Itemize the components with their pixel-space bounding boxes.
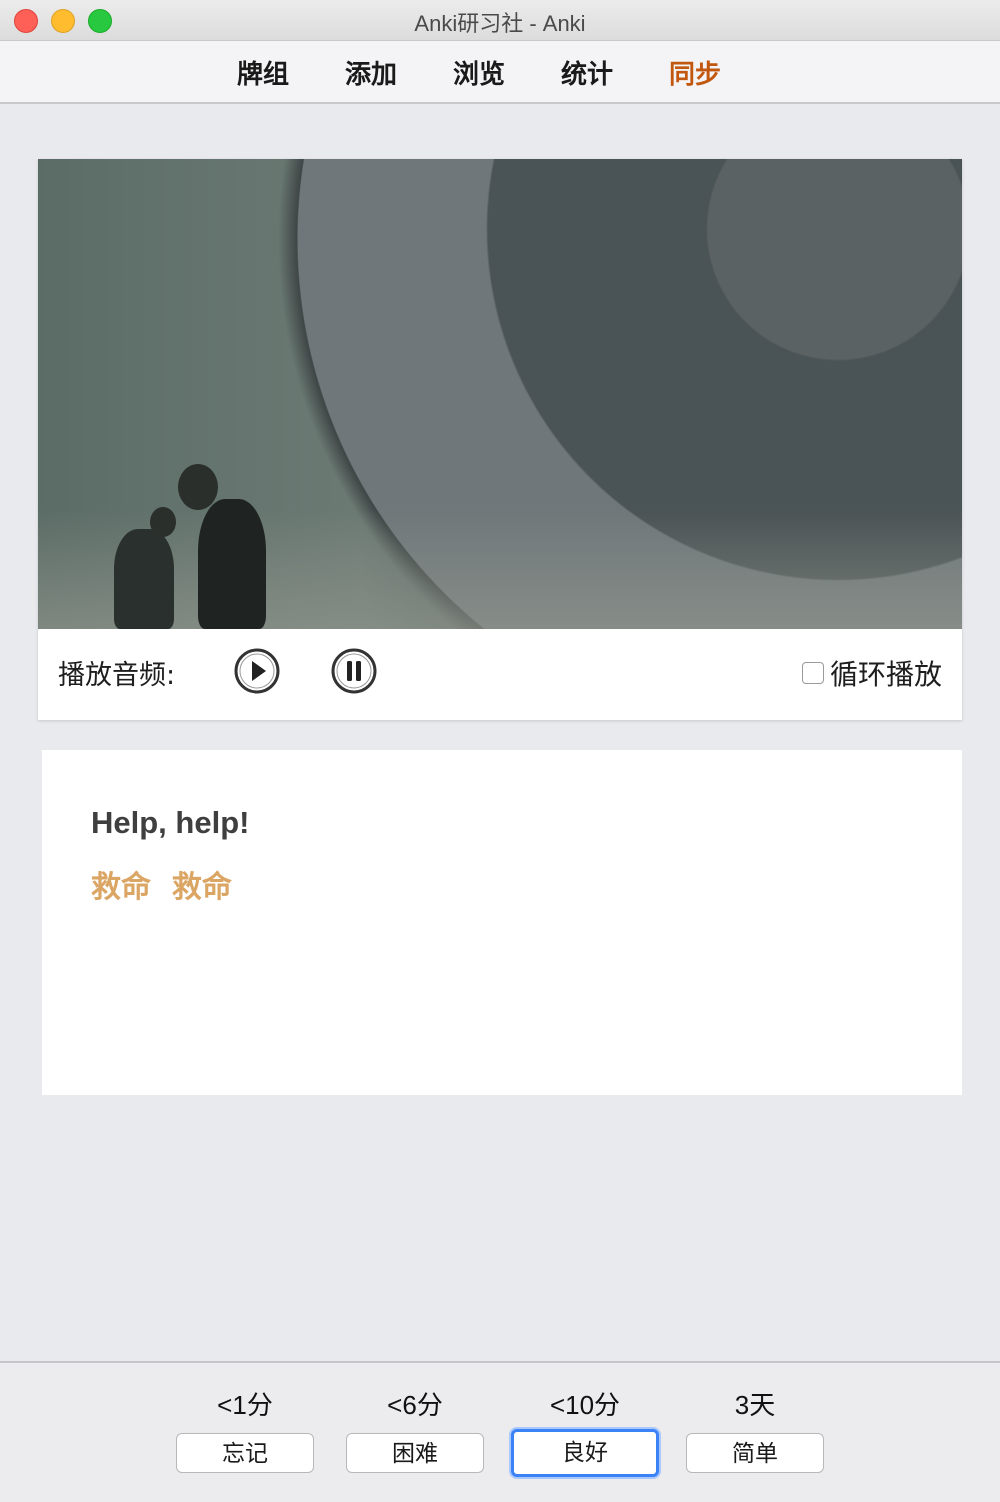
pause-circle-icon bbox=[331, 648, 377, 694]
audio-label: 播放音频: bbox=[58, 660, 176, 691]
again-button[interactable]: 忘记 bbox=[176, 1433, 314, 1473]
video-person-left bbox=[114, 529, 174, 629]
good-button[interactable]: 良好 bbox=[511, 1429, 659, 1477]
interval-again: <1分 bbox=[217, 1390, 273, 1420]
play-circle-icon bbox=[234, 648, 280, 694]
video-person-right-head bbox=[178, 464, 218, 510]
pause-button[interactable] bbox=[330, 647, 378, 695]
video-person-left-head bbox=[150, 507, 176, 537]
interval-easy: 3天 bbox=[734, 1390, 776, 1420]
card-english-text: Help, help! bbox=[91, 805, 250, 840]
toolbar-add[interactable]: 添加 bbox=[345, 54, 397, 91]
interval-good: <10分 bbox=[549, 1390, 621, 1420]
video-person-right bbox=[198, 499, 266, 629]
audio-controls: 播放音频: 循环播放 bbox=[38, 629, 962, 720]
video-frame[interactable] bbox=[38, 159, 962, 629]
easy-button[interactable]: 简单 bbox=[686, 1433, 824, 1473]
window-titlebar: Anki研习社 - Anki bbox=[0, 0, 1000, 41]
interval-hard: <6分 bbox=[387, 1390, 443, 1420]
main-toolbar: 牌组 添加 浏览 统计 同步 bbox=[0, 41, 1000, 104]
loop-toggle[interactable]: 循环播放 bbox=[801, 653, 942, 693]
toolbar-browse[interactable]: 浏览 bbox=[453, 54, 505, 91]
card-chinese-text: 救命 救命 bbox=[91, 870, 232, 905]
toolbar-sync[interactable]: 同步 bbox=[669, 54, 721, 91]
hard-button[interactable]: 困难 bbox=[346, 1433, 484, 1473]
media-card: 播放音频: 循环播放 bbox=[38, 159, 962, 720]
loop-checkbox[interactable] bbox=[801, 662, 824, 684]
review-answer-bar: <1分 <6分 <10分 3天 忘记 困难 良好 简单 bbox=[0, 1361, 1000, 1502]
window-title: Anki研习社 - Anki bbox=[414, 11, 586, 36]
answer-card: Help, help! 救命 救命 bbox=[42, 750, 962, 1095]
toolbar-stats[interactable]: 统计 bbox=[561, 54, 613, 91]
play-button[interactable] bbox=[233, 647, 281, 695]
loop-label: 循环播放 bbox=[829, 658, 942, 691]
video-ground bbox=[38, 509, 962, 629]
toolbar-decks[interactable]: 牌组 bbox=[237, 54, 289, 91]
